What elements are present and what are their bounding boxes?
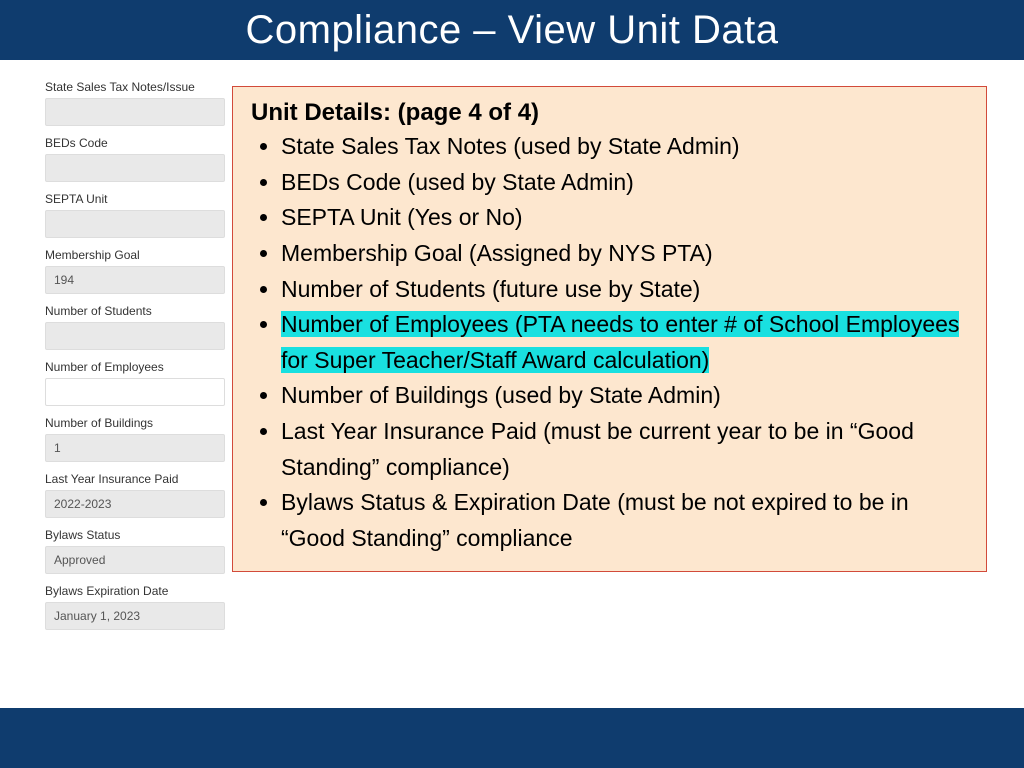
form-field: Bylaws Expiration Date [45,584,305,630]
callout-item: Membership Goal (Assigned by NYS PTA) [281,236,968,272]
callout-list: State Sales Tax Notes (used by State Adm… [251,129,968,557]
slide-content: State Sales Tax Notes/IssueBEDs CodeSEPT… [0,60,1024,708]
field-label: Bylaws Expiration Date [45,584,305,598]
field-input[interactable] [45,154,225,182]
field-input[interactable] [45,546,225,574]
callout-item: Number of Students (future use by State) [281,272,968,308]
highlighted-text: Number of Employees (PTA needs to enter … [281,311,959,373]
slide-header: Compliance – View Unit Data [0,0,1024,60]
callout-item: State Sales Tax Notes (used by State Adm… [281,129,968,165]
field-input[interactable] [45,210,225,238]
field-input[interactable] [45,378,225,406]
callout-item: SEPTA Unit (Yes or No) [281,200,968,236]
callout-item: Number of Employees (PTA needs to enter … [281,307,968,378]
callout-box: Unit Details: (page 4 of 4) State Sales … [232,86,987,572]
field-input[interactable] [45,266,225,294]
field-input[interactable] [45,98,225,126]
field-input[interactable] [45,434,225,462]
callout-title: Unit Details: (page 4 of 4) [251,99,968,127]
callout-item: Number of Buildings (used by State Admin… [281,378,968,414]
slide-footer [0,708,1024,768]
callout-item: BEDs Code (used by State Admin) [281,165,968,201]
field-input[interactable] [45,490,225,518]
field-input[interactable] [45,322,225,350]
callout-item: Bylaws Status & Expiration Date (must be… [281,485,968,556]
page-title: Compliance – View Unit Data [245,8,778,53]
callout-item: Last Year Insurance Paid (must be curren… [281,414,968,485]
field-input[interactable] [45,602,225,630]
